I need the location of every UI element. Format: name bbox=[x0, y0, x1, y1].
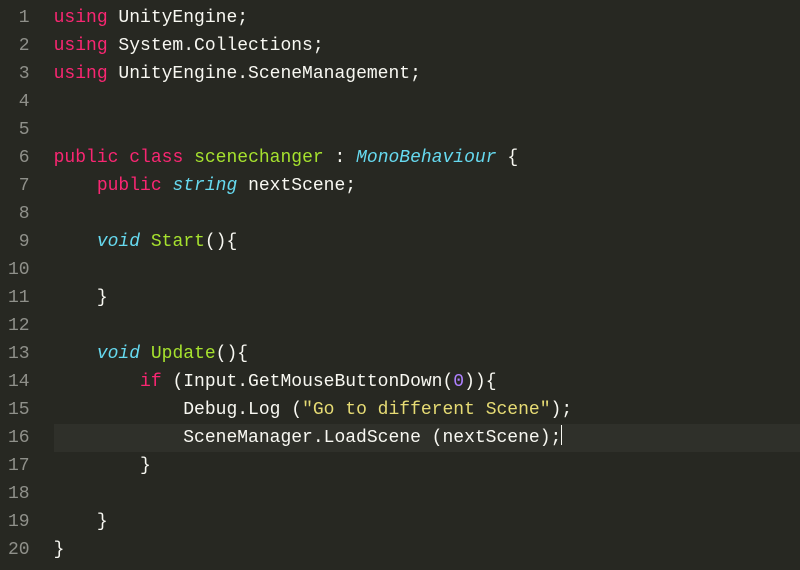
code-line[interactable]: } bbox=[54, 508, 800, 536]
token-kw: public bbox=[54, 148, 119, 168]
token-plain bbox=[162, 176, 173, 196]
line-number: 5 bbox=[8, 116, 30, 144]
token-fn: scenechanger bbox=[194, 148, 324, 168]
token-plain: UnityEngine.SceneManagement; bbox=[108, 64, 421, 84]
token-type: void bbox=[97, 232, 140, 252]
token-plain: )){ bbox=[464, 372, 496, 392]
token-plain: } bbox=[54, 456, 151, 476]
token-plain: SceneManager.LoadScene (nextScene); bbox=[54, 428, 562, 448]
code-area[interactable]: using UnityEngine;using System.Collectio… bbox=[42, 0, 800, 570]
line-number: 14 bbox=[8, 368, 30, 396]
token-plain: nextScene; bbox=[237, 176, 356, 196]
code-line[interactable]: } bbox=[54, 284, 800, 312]
token-plain: ); bbox=[551, 400, 573, 420]
line-number: 3 bbox=[8, 60, 30, 88]
token-plain bbox=[183, 148, 194, 168]
line-number: 13 bbox=[8, 340, 30, 368]
code-line[interactable]: SceneManager.LoadScene (nextScene); bbox=[54, 424, 800, 452]
code-line[interactable]: using System.Collections; bbox=[54, 32, 800, 60]
line-number: 16 bbox=[8, 424, 30, 452]
code-line[interactable] bbox=[54, 312, 800, 340]
token-kw: public bbox=[97, 176, 162, 196]
token-plain: } bbox=[54, 288, 108, 308]
line-number: 17 bbox=[8, 452, 30, 480]
code-line[interactable]: public class scenechanger : MonoBehaviou… bbox=[54, 144, 800, 172]
code-line[interactable]: } bbox=[54, 452, 800, 480]
code-line[interactable] bbox=[54, 480, 800, 508]
line-number: 7 bbox=[8, 172, 30, 200]
text-cursor bbox=[561, 425, 562, 445]
token-kw: using bbox=[54, 64, 108, 84]
token-plain: UnityEngine; bbox=[108, 8, 248, 28]
token-kw: using bbox=[54, 8, 108, 28]
line-number: 12 bbox=[8, 312, 30, 340]
token-num: 0 bbox=[453, 372, 464, 392]
code-line[interactable]: using UnityEngine.SceneManagement; bbox=[54, 60, 800, 88]
line-number: 10 bbox=[8, 256, 30, 284]
token-type: void bbox=[97, 344, 140, 364]
line-number: 20 bbox=[8, 536, 30, 564]
token-str: "Go to different Scene" bbox=[302, 400, 550, 420]
code-line[interactable] bbox=[54, 200, 800, 228]
line-number: 18 bbox=[8, 480, 30, 508]
token-plain: System.Collections; bbox=[108, 36, 324, 56]
token-plain: : bbox=[324, 148, 356, 168]
code-line[interactable] bbox=[54, 256, 800, 284]
token-plain: (Input.GetMouseButtonDown( bbox=[162, 372, 454, 392]
line-number: 6 bbox=[8, 144, 30, 172]
code-line[interactable]: void Start(){ bbox=[54, 228, 800, 256]
line-number: 8 bbox=[8, 200, 30, 228]
code-line[interactable]: public string nextScene; bbox=[54, 172, 800, 200]
line-number: 15 bbox=[8, 396, 30, 424]
code-line[interactable]: if (Input.GetMouseButtonDown(0)){ bbox=[54, 368, 800, 396]
line-number: 19 bbox=[8, 508, 30, 536]
line-number: 9 bbox=[8, 228, 30, 256]
token-kw: using bbox=[54, 36, 108, 56]
line-number: 2 bbox=[8, 32, 30, 60]
token-plain bbox=[54, 372, 140, 392]
token-plain: } bbox=[54, 512, 108, 532]
token-type: string bbox=[172, 176, 237, 196]
token-plain bbox=[54, 344, 97, 364]
token-fn: Update bbox=[151, 344, 216, 364]
token-plain bbox=[140, 232, 151, 252]
token-fn: Start bbox=[151, 232, 205, 252]
line-number-gutter: 1234567891011121314151617181920 bbox=[0, 0, 42, 570]
token-plain: { bbox=[497, 148, 519, 168]
code-line[interactable] bbox=[54, 88, 800, 116]
code-line[interactable]: Debug.Log ("Go to different Scene"); bbox=[54, 396, 800, 424]
token-plain bbox=[54, 176, 97, 196]
token-kw: class bbox=[129, 148, 183, 168]
line-number: 1 bbox=[8, 4, 30, 32]
code-line[interactable]: } bbox=[54, 536, 800, 564]
token-kw: if bbox=[140, 372, 162, 392]
token-plain: } bbox=[54, 540, 65, 560]
token-plain bbox=[140, 344, 151, 364]
token-plain: Debug.Log ( bbox=[54, 400, 302, 420]
code-editor[interactable]: 1234567891011121314151617181920 using Un… bbox=[0, 0, 800, 570]
token-plain bbox=[118, 148, 129, 168]
token-type: MonoBehaviour bbox=[356, 148, 496, 168]
code-line[interactable] bbox=[54, 116, 800, 144]
token-plain bbox=[54, 232, 97, 252]
token-plain: (){ bbox=[205, 232, 237, 252]
line-number: 11 bbox=[8, 284, 30, 312]
code-line[interactable]: void Update(){ bbox=[54, 340, 800, 368]
line-number: 4 bbox=[8, 88, 30, 116]
code-line[interactable]: using UnityEngine; bbox=[54, 4, 800, 32]
token-plain: (){ bbox=[216, 344, 248, 364]
